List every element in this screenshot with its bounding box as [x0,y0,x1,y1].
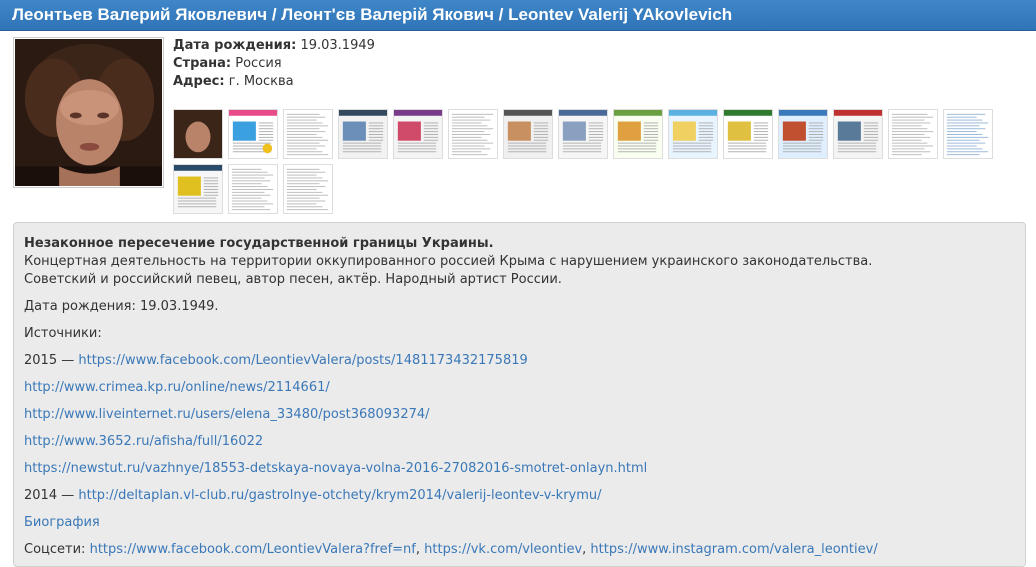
biography-link[interactable]: Биография [24,515,100,530]
evidence-thumbnail[interactable] [393,109,443,159]
source-year-2015: 2015 — [24,353,75,368]
thumbnail-image [339,110,387,158]
thumbnail-image [284,110,332,158]
thumbnail-image [724,110,772,158]
evidence-thumbnail[interactable] [558,109,608,159]
evidence-thumbnail[interactable] [228,164,278,214]
social-link-facebook[interactable]: https://www.facebook.com/LeontievValera?… [90,542,416,557]
evidence-thumbnail[interactable] [613,109,663,159]
evidence-thumbnail[interactable] [173,109,223,159]
source-link-deltaplan[interactable]: http://deltaplan.vl-club.ru/gastrolnye-o… [78,488,601,503]
description-line-2: Советский и российский певец, автор песе… [24,272,562,287]
thumbnail-image [229,110,277,158]
thumbnail-image [449,110,497,158]
thumbnail-image [174,110,222,158]
country-value: Россия [235,56,282,71]
thumbnail-image [669,110,717,158]
description-intro: Незаконное пересечение государственной г… [24,235,1015,289]
evidence-thumbnail[interactable] [448,109,498,159]
evidence-thumbnail[interactable] [283,164,333,214]
birth-date-label: Дата рождения: [173,38,297,53]
evidence-thumbnail[interactable] [778,109,828,159]
thumbnail-image [394,110,442,158]
evidence-thumbnail[interactable] [888,109,938,159]
evidence-thumbnail[interactable] [338,109,388,159]
source-link-newstut[interactable]: https://newstut.ru/vazhnye/18553-detskay… [24,461,647,476]
country-row: Страна: Россия [173,55,375,73]
source-year-2014: 2014 — [24,488,75,503]
thumbnail-image [614,110,662,158]
description-birth: Дата рождения: 19.03.1949. [24,299,219,314]
thumbnail-image [504,110,552,158]
evidence-thumbnail[interactable] [173,164,223,214]
address-row: Адрес: г. Москва [173,73,375,91]
description-box: Незаконное пересечение государственной г… [13,222,1026,567]
birth-date-row: Дата рождения: 19.03.1949 [173,37,375,55]
source-link-3652[interactable]: http://www.3652.ru/afisha/full/16022 [24,434,263,449]
social-link-vk[interactable]: https://vk.com/vleontiev [424,542,582,557]
page-title: Леонтьев Валерий Яковлевич / Леонт'єв Ва… [0,0,1036,31]
thumbnail-image [889,110,937,158]
evidence-thumbnail[interactable] [668,109,718,159]
evidence-thumbnail[interactable] [283,109,333,159]
thumbnail-image [229,165,277,213]
evidence-thumbnail[interactable] [723,109,773,159]
evidence-thumbnail[interactable] [833,109,883,159]
profile-content: Дата рождения: 19.03.1949 Страна: Россия… [0,31,1036,567]
source-link-liveinternet[interactable]: http://www.liveinternet.ru/users/elena_3… [24,407,430,422]
profile-info: Дата рождения: 19.03.1949 Страна: Россия… [173,37,375,91]
evidence-thumbnails [173,109,1003,214]
description-line-1: Концертная деятельность на территории ок… [24,254,873,269]
thumbnail-image [174,165,222,213]
address-value: г. Москва [228,74,294,89]
thumbnail-image [284,165,332,213]
evidence-thumbnail[interactable] [943,109,993,159]
thumbnail-image [779,110,827,158]
thumbnail-image [944,110,992,158]
evidence-thumbnail[interactable] [503,109,553,159]
profile-photo[interactable] [13,37,164,188]
source-link-facebook-post[interactable]: https://www.facebook.com/LeontievValera/… [78,353,527,368]
thumbnail-image [834,110,882,158]
evidence-thumbnail[interactable] [228,109,278,159]
description-heading: Незаконное пересечение государственной г… [24,236,494,251]
social-label: Соцсети: [24,542,86,557]
country-label: Страна: [173,56,232,71]
social-networks: Соцсети: https://www.facebook.com/Leonti… [24,542,878,557]
source-2014: 2014 — http://deltaplan.vl-club.ru/gastr… [24,487,1015,505]
sources-label: Источники: [24,326,102,341]
thumbnail-image [559,110,607,158]
source-2015: 2015 — https://www.facebook.com/Leontiev… [24,352,1015,370]
address-label: Адрес: [173,74,225,89]
portrait-image [15,39,162,186]
social-link-instagram[interactable]: https://www.instagram.com/valera_leontie… [590,542,877,557]
birth-date-value: 19.03.1949 [300,38,375,53]
source-link-kp[interactable]: http://www.crimea.kp.ru/online/news/2114… [24,380,330,395]
